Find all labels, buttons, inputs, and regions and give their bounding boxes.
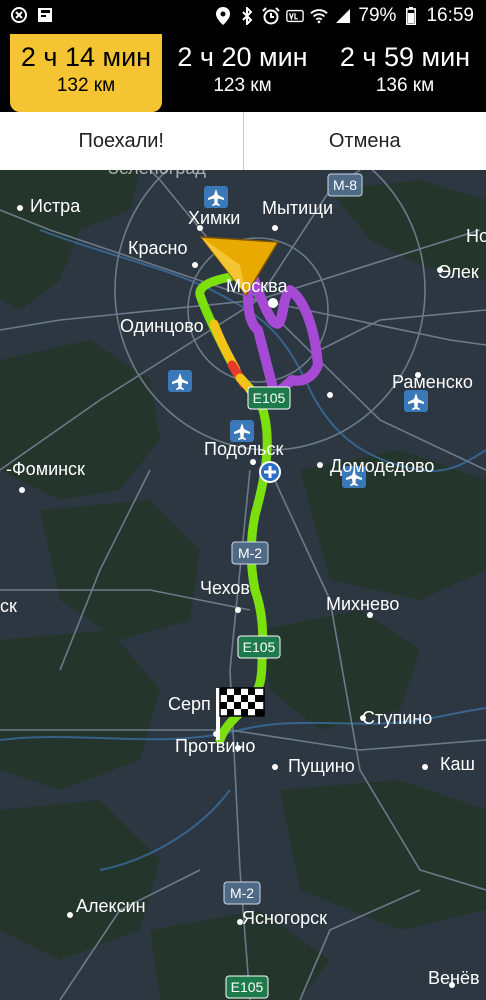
- route-time: 2 ч 14 мин: [20, 42, 152, 72]
- city-label: Истра: [30, 196, 81, 216]
- city-label: Каш: [440, 754, 475, 774]
- wifi-icon: [310, 7, 329, 25]
- status-bar: 79% 16:59: [0, 0, 486, 34]
- city-label: Но: [466, 226, 486, 246]
- bluetooth-icon: [238, 7, 256, 25]
- city-label: Венёв: [428, 968, 480, 988]
- route-time: 2 ч 59 мин: [339, 42, 471, 72]
- city-label: Серп: [168, 694, 211, 714]
- route-distance: 136 км: [375, 75, 435, 96]
- route-option-3[interactable]: 2 ч 59 мин 136 км: [325, 34, 485, 112]
- city-label: -Фоминск: [6, 459, 85, 479]
- location-icon: [214, 7, 232, 25]
- road-shield-label: М-2: [238, 545, 262, 561]
- city-label: Одинцово: [120, 316, 204, 336]
- road-shield-label: М-2: [230, 885, 254, 901]
- road-shield-label: М-8: [333, 177, 357, 193]
- city-label: Чехов: [200, 578, 250, 598]
- news-icon: [36, 6, 54, 24]
- city-label: Протвино: [175, 736, 255, 756]
- city-label-moskva: Москва: [226, 276, 288, 296]
- road-shield-label: E105: [243, 639, 276, 655]
- city-label: ск: [0, 596, 17, 616]
- waypoint-icon: [259, 461, 281, 483]
- clock: 16:59: [426, 5, 474, 26]
- road-shield-label: E105: [253, 390, 286, 406]
- city-label: Ступино: [362, 708, 432, 728]
- route-time: 2 ч 20 мин: [177, 42, 308, 72]
- route-distance: 132 км: [56, 75, 116, 96]
- city-label: Ясногорск: [242, 908, 327, 928]
- city-label: Раменско: [392, 372, 473, 392]
- go-button[interactable]: Поехали!: [0, 112, 243, 170]
- battery-percent: 79%: [358, 5, 397, 26]
- city-label: Алексин: [76, 896, 146, 916]
- city-label: Красно: [128, 238, 187, 258]
- road-shield-label: E105: [231, 979, 264, 995]
- city-label: Зеленоград: [108, 170, 206, 178]
- battery-icon: [402, 7, 420, 25]
- signal-icon: [334, 7, 352, 25]
- city-label: Элек: [438, 262, 479, 282]
- route-distance: 123 км: [213, 75, 272, 96]
- alarm-icon: [262, 7, 281, 25]
- action-bar: Поехали! Отмена: [0, 112, 486, 171]
- city-label: Химки: [188, 208, 240, 228]
- map[interactable]: М-8 E105 М-2 E105 М-2 E105 Зеленоград Ис…: [0, 170, 486, 1000]
- route-options: 2 ч 14 мин 132 км 2 ч 20 мин 123 км 2 ч …: [0, 34, 486, 112]
- city-label: Подольск: [204, 439, 284, 459]
- city-label: Пущино: [288, 756, 355, 776]
- city-label: Мытищи: [262, 198, 333, 218]
- route-option-2[interactable]: 2 ч 20 мин 123 км: [165, 34, 320, 112]
- route-option-1[interactable]: 2 ч 14 мин 132 км: [10, 34, 162, 112]
- volte-icon: [286, 7, 305, 25]
- cancel-button[interactable]: Отмена: [242, 112, 486, 170]
- city-label: Домодедово: [330, 456, 434, 476]
- notification-icon: [10, 6, 28, 24]
- city-label: Михнево: [326, 594, 399, 614]
